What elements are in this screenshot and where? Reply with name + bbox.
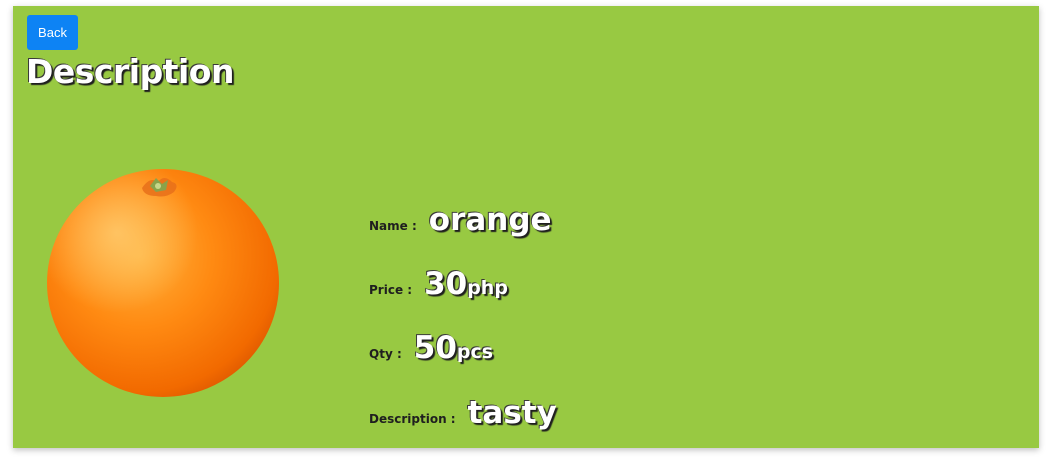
- detail-row-description: Description : tasty: [369, 395, 557, 431]
- qty-unit: pcs: [456, 341, 494, 363]
- name-value: orange: [428, 202, 552, 238]
- qty-label: Qty :: [369, 347, 402, 361]
- name-label: Name :: [369, 219, 417, 233]
- price-unit: php: [467, 277, 508, 299]
- price-label: Price :: [369, 283, 413, 297]
- description-card: Back Description Name : orange Price: 3…: [13, 6, 1039, 448]
- description-label: Description :: [369, 412, 456, 426]
- page-title: Description: [26, 52, 234, 91]
- qty-value: 50: [413, 330, 457, 366]
- back-button[interactable]: Back: [27, 15, 78, 50]
- description-value: tasty: [467, 395, 557, 431]
- detail-row-name: Name : orange: [369, 202, 552, 238]
- detail-row-qty: Qty : 50 pcs: [369, 330, 493, 366]
- orange-fruit-image: [47, 169, 279, 397]
- detail-row-price: Price : 30 php: [369, 266, 508, 302]
- price-value: 30: [424, 266, 468, 302]
